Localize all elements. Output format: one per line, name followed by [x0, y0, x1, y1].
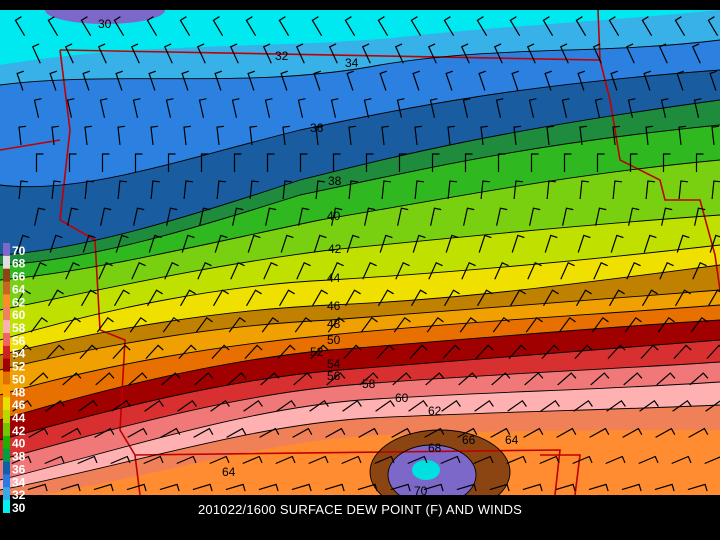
- legend-swatch: [3, 320, 10, 334]
- contour-label: 64: [222, 465, 236, 479]
- legend-swatch: [3, 474, 10, 488]
- legend-swatch: [3, 255, 10, 270]
- legend-swatch: [3, 435, 10, 450]
- contour-label: 58: [362, 377, 376, 391]
- contour-label: 30: [98, 17, 112, 31]
- legend-label: 50: [12, 372, 26, 386]
- contour-label: 52: [310, 345, 324, 359]
- legend-swatch: [3, 448, 10, 463]
- contour-label: 50: [327, 333, 341, 347]
- legend-label: 46: [12, 398, 26, 412]
- contour-label: 42: [328, 242, 342, 256]
- legend-swatch: [3, 358, 10, 373]
- legend-swatch: [3, 307, 10, 321]
- contour-label: 70: [414, 484, 428, 495]
- legend-swatch: [3, 268, 10, 283]
- contour-label: 44: [327, 271, 341, 285]
- legend-label: 60: [12, 308, 26, 322]
- contour-label: 46: [327, 299, 341, 313]
- legend-label: 54: [12, 347, 26, 361]
- map-caption: 201022/1600 SURFACE DEW POINT (F) AND WI…: [197, 502, 523, 517]
- legend-swatch: [3, 487, 10, 501]
- contour-label: 56: [327, 369, 341, 383]
- legend-label: 36: [12, 462, 26, 476]
- legend-swatch: [3, 333, 10, 347]
- legend-swatch: [3, 384, 10, 398]
- legend-swatch: [3, 461, 10, 475]
- legend-label: 44: [12, 411, 26, 425]
- legend-label: 40: [12, 437, 26, 451]
- legend-label: 58: [12, 321, 26, 335]
- contour-label: 36: [310, 121, 324, 135]
- map-frame: 30 32 34 36 38 40 42 44 46 48 50 52 54 56 58 60 62 64 64 66…: [0, 0, 720, 540]
- contour-label: 60: [395, 391, 409, 405]
- legend-swatch: [3, 397, 10, 411]
- band-70: [412, 460, 440, 480]
- legend-label: 64: [12, 282, 26, 296]
- legend-swatch: [3, 410, 10, 424]
- legend-swatch: [3, 345, 10, 360]
- legend-swatch: [3, 423, 10, 437]
- contour-label: 68: [428, 441, 442, 455]
- contour-label: 64: [505, 433, 519, 447]
- contour-label: 66: [462, 433, 476, 447]
- contour-label: 48: [327, 317, 341, 331]
- contour-label: 34: [345, 56, 359, 70]
- legend-swatch: [3, 371, 10, 385]
- contour-label: 32: [275, 49, 289, 63]
- dewpoint-map: 3032 343638404244464850525456586062646466…: [0, 10, 720, 495]
- legend-swatch: [3, 243, 10, 257]
- contour-label: 38: [328, 174, 342, 188]
- legend-swatch: [3, 294, 10, 308]
- legend-label: 68: [12, 257, 26, 271]
- legend-label: 32: [12, 488, 26, 502]
- legend-swatch: [3, 281, 10, 295]
- contour-label: 40: [327, 209, 341, 223]
- color-legend: 7068666462605856545250484644424038363432…: [3, 243, 26, 513]
- contour-label: 62: [428, 404, 442, 418]
